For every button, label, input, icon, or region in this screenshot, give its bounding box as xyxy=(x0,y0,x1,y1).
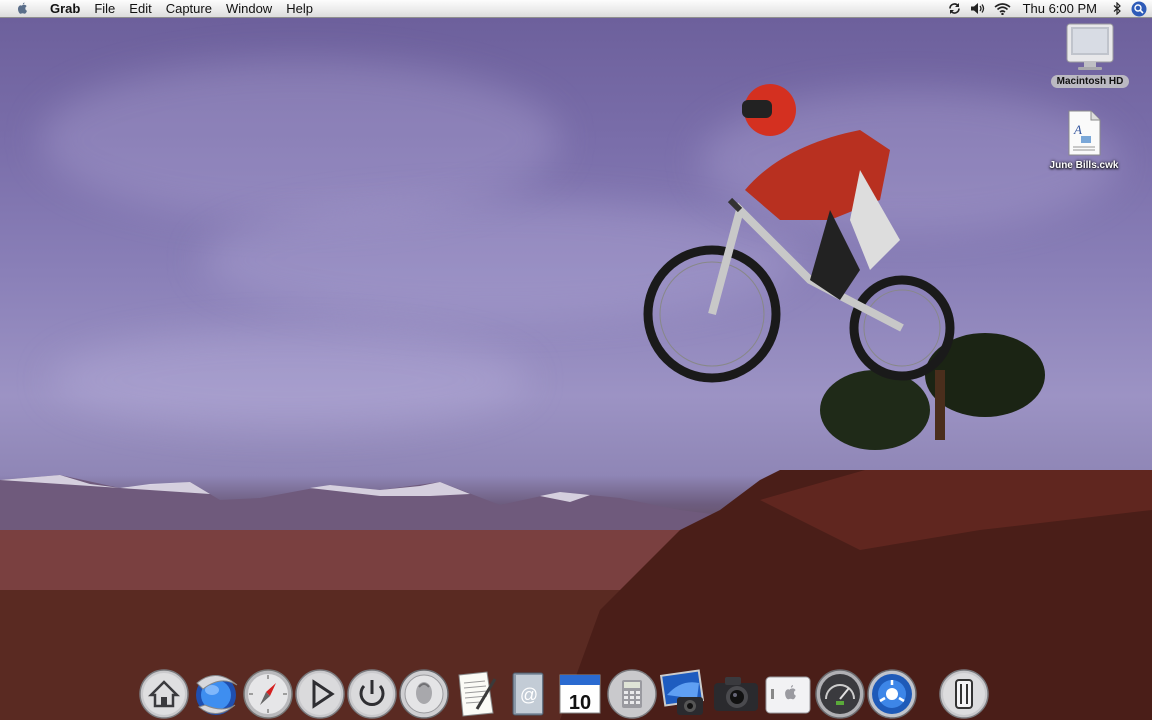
dock-item-textedit[interactable] xyxy=(450,668,502,720)
dock: @ 10 xyxy=(138,658,1018,720)
desktop-icon-label: Macintosh HD xyxy=(1050,75,1130,88)
desktop-icon-macintosh-hd[interactable]: Macintosh HD xyxy=(1042,22,1138,88)
dock-item-home[interactable] xyxy=(138,668,190,720)
text-edit-icon xyxy=(458,671,497,717)
trash-icon xyxy=(939,669,989,719)
dock-item-speedometer[interactable] xyxy=(814,668,866,720)
svg-text:10: 10 xyxy=(569,692,591,714)
capture-menu[interactable]: Capture xyxy=(159,0,219,17)
dock-item-network[interactable] xyxy=(866,668,918,720)
address-book-icon: @ xyxy=(512,672,544,716)
dock-item-power[interactable] xyxy=(346,668,398,720)
status-area: Thu 6:00 PM xyxy=(943,0,1152,17)
apple-finder-icon xyxy=(765,676,811,714)
hard-drive-icon xyxy=(1066,23,1114,70)
sync-icon[interactable] xyxy=(946,1,964,16)
dock-item-browser[interactable] xyxy=(190,668,242,720)
desktop[interactable]: Grab File Edit Capture Window Help Thu 6… xyxy=(0,0,1152,720)
camera-icon xyxy=(714,677,758,711)
menu-bar: Grab File Edit Capture Window Help Thu 6… xyxy=(0,0,1152,18)
file-menu[interactable]: File xyxy=(87,0,122,17)
dock-item-camera[interactable] xyxy=(710,668,762,720)
spotlight-search-icon[interactable] xyxy=(1129,0,1149,17)
home-icon xyxy=(139,669,189,719)
compass-safari-icon xyxy=(243,669,293,719)
dock-item-address-book[interactable]: @ xyxy=(502,668,554,720)
dock-item-finder[interactable] xyxy=(762,668,814,720)
mountain-biker xyxy=(643,84,955,383)
desktop-icon-label: June Bills.cwk xyxy=(1049,160,1119,171)
calendar-icon: 10 xyxy=(559,674,601,714)
speedometer-icon xyxy=(815,669,865,719)
dock-item-safari[interactable] xyxy=(242,668,294,720)
window-menu[interactable]: Window xyxy=(219,0,279,17)
desktop-icon-june-bills[interactable]: A June Bills.cwk xyxy=(1036,110,1132,172)
iphoto-icon xyxy=(659,669,705,715)
dock-item-ical[interactable]: 10 xyxy=(554,668,606,720)
play-icon xyxy=(295,669,345,719)
volume-icon[interactable] xyxy=(970,1,988,16)
app-menu[interactable]: Grab xyxy=(43,0,87,17)
apple-logo-icon[interactable] xyxy=(15,1,29,16)
help-menu[interactable]: Help xyxy=(279,0,320,17)
svg-text:@: @ xyxy=(520,685,538,705)
edit-menu[interactable]: Edit xyxy=(122,0,158,17)
svg-text:A: A xyxy=(1073,122,1082,137)
dock-item-trash[interactable] xyxy=(938,668,990,720)
globe-browser-icon xyxy=(196,675,238,715)
calculator-icon xyxy=(607,669,657,719)
dock-item-iphoto[interactable] xyxy=(658,668,710,720)
quarter-dollar-icon xyxy=(399,669,449,719)
bluetooth-icon[interactable] xyxy=(1108,1,1126,16)
dock-item-play[interactable] xyxy=(294,668,346,720)
network-icon xyxy=(867,669,917,719)
dock-item-coin[interactable] xyxy=(398,668,450,720)
wifi-icon[interactable] xyxy=(994,1,1012,16)
document-icon: A xyxy=(1068,110,1101,156)
menu-clock[interactable]: Thu 6:00 PM xyxy=(1015,0,1105,17)
power-icon xyxy=(347,669,397,719)
dock-item-calculator[interactable] xyxy=(606,668,658,720)
